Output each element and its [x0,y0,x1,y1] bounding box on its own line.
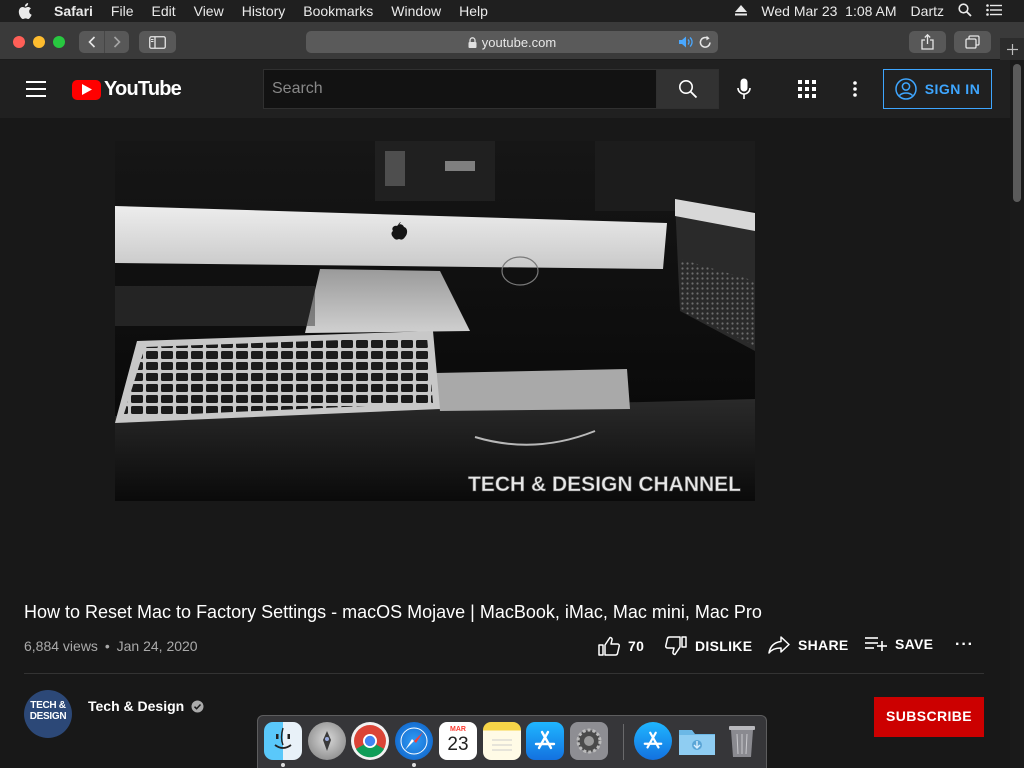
notes-icon[interactable] [483,722,521,760]
search-icon [678,80,697,99]
avatar-text: TECH & DESIGN [29,700,67,722]
video-overlay-text: TECH & DESIGN CHANNEL [468,473,741,496]
system-preferences-icon[interactable] [570,722,608,760]
safari-icon[interactable] [395,722,433,760]
thumbs-up-icon [598,636,620,656]
search-button[interactable] [656,69,719,109]
menu-view[interactable]: View [194,0,224,22]
downloads-folder-icon[interactable] [678,722,716,760]
search-input[interactable] [272,80,656,98]
audio-playing-speaker-icon[interactable] [678,35,694,52]
save-label: SAVE [895,636,934,652]
menu-edit[interactable]: Edit [151,0,175,22]
menu-window[interactable]: Window [391,0,441,22]
finder-icon[interactable] [264,722,302,760]
youtube-logo[interactable]: YouTube [72,78,182,101]
channel-name-link[interactable]: Tech & Design [88,698,204,714]
control-center-list-icon[interactable] [986,3,1002,19]
navigation-buttons [79,31,129,53]
reload-icon[interactable] [699,35,712,52]
app-store-folder-icon[interactable] [634,722,672,760]
share-video-button[interactable]: SHARE [768,636,849,654]
subscribe-button[interactable]: SUBSCRIBE [874,697,984,737]
safari-running-indicator [412,763,416,767]
back-button[interactable] [79,31,104,53]
video-player[interactable]: TECH & DESIGN CHANNEL [115,141,755,501]
chrome-icon[interactable] [351,722,389,760]
upload-date: Jan 24, 2020 [116,638,198,654]
eject-icon[interactable] [735,3,748,19]
meta-separator: • [104,638,110,654]
sign-in-label: SIGN IN [924,81,981,97]
voice-search-mic-icon[interactable] [732,77,756,101]
address-bar[interactable]: youtube.com [306,31,718,53]
channel-name: Tech & Design [88,698,185,714]
thumbs-down-icon [665,636,687,656]
youtube-wordmark: YouTube [104,78,182,100]
calendar-month: MAR [450,726,466,733]
verified-check-icon [191,700,204,713]
page-scrollbar-thumb[interactable] [1013,64,1021,202]
app-store-icon[interactable] [526,722,564,760]
like-button[interactable]: 70 [598,636,644,656]
menu-help[interactable]: Help [459,0,488,22]
sign-in-button[interactable]: SIGN IN [883,69,992,109]
dislike-label: DISLIKE [695,638,753,654]
more-actions-dots-icon: ··· [955,636,974,653]
show-all-tabs-button[interactable] [954,31,991,53]
menu-file[interactable]: File [111,0,134,22]
youtube-play-logo-icon [72,79,101,100]
lock-icon [468,36,477,48]
menubar-user[interactable]: Dartz [911,3,944,19]
forward-button[interactable] [104,31,129,53]
dock-separator [623,724,624,760]
spotlight-search-icon[interactable] [958,2,972,20]
calendar-icon[interactable]: MAR 23 [439,722,477,760]
playlist-add-icon [865,637,887,651]
dock: MAR 23 [257,715,767,768]
search-box [263,69,656,109]
account-circle-icon [894,78,917,100]
menu-bookmarks[interactable]: Bookmarks [303,0,373,22]
fullscreen-window-button[interactable] [53,36,65,48]
trash-icon[interactable] [723,722,761,760]
calendar-day: 23 [447,734,469,755]
menu-app-safari[interactable]: Safari [54,0,93,22]
menu-bar: Safari File Edit View History Bookmarks … [0,0,1024,22]
like-count: 70 [628,638,645,654]
channel-avatar[interactable]: TECH & DESIGN [24,690,72,738]
view-count: 6,884 views [24,638,98,654]
more-actions-button[interactable]: ··· [955,636,974,654]
settings-more-vert-icon[interactable] [843,77,867,101]
address-bar-url: youtube.com [481,34,557,50]
subscribe-label: SUBSCRIBE [885,708,973,724]
video-title: How to Reset Mac to Factory Settings - m… [24,602,762,622]
finder-running-indicator [281,763,285,767]
share-label: SHARE [798,637,849,653]
save-to-playlist-button[interactable]: SAVE [865,636,933,652]
launchpad-icon[interactable] [308,722,346,760]
sidebar-toggle-button[interactable] [139,31,176,53]
close-window-button[interactable] [13,36,25,48]
apple-menu-icon[interactable] [18,3,40,19]
share-button[interactable] [909,31,946,53]
video-frame-image: TECH & DESIGN CHANNEL [115,141,755,501]
video-meta: 6,884 views • Jan 24, 2020 [24,638,198,654]
dislike-button[interactable]: DISLIKE [665,636,752,656]
youtube-apps-grid-icon[interactable] [795,77,819,101]
safari-toolbar: youtube.com [0,22,1024,60]
share-arrow-icon [768,636,790,654]
menubar-clock[interactable]: Wed Mar 23 1:08 AM [761,3,896,19]
youtube-header: YouTube SIGN IN [0,60,1010,118]
guide-menu-icon[interactable] [26,81,46,97]
minimize-window-button[interactable] [33,36,45,48]
new-tab-button[interactable] [1000,38,1024,60]
info-divider [24,673,984,674]
menu-history[interactable]: History [242,0,286,22]
